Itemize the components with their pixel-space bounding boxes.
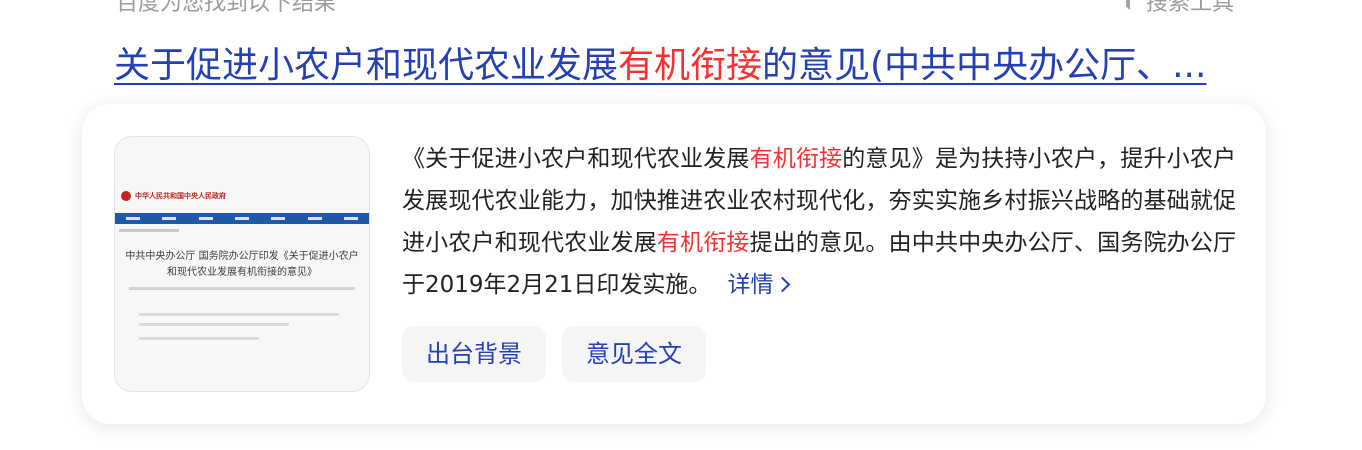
details-label: 详情	[727, 272, 774, 298]
result-thumbnail[interactable]: 中华人民共和国中央人民政府 中共中央办公厅 国务院办公厅印发《关于促进小农户和现…	[114, 136, 370, 392]
thumbnail-nav-bar	[115, 213, 369, 224]
thumbnail-headline: 中共中央办公厅 国务院办公厅印发《关于促进小农户和现代农业发展有机衔接的意见》	[125, 251, 359, 278]
national-emblem-icon	[121, 191, 131, 201]
search-tools-label: 搜索工具	[1145, 0, 1234, 16]
search-results-page: 百度为您找到以下结果 搜索工具 关于促进小农户和现代农业发展有机衔接的意见(中共…	[0, 0, 1362, 450]
description-highlight-1: 有机衔接	[749, 146, 843, 172]
chevron-right-icon	[775, 276, 791, 293]
details-link[interactable]: 详情	[727, 272, 791, 298]
search-tools-button[interactable]: 搜索工具	[1120, 0, 1234, 17]
related-chips: 出台背景 意见全文	[402, 326, 706, 382]
result-title-link[interactable]: 关于促进小农户和现代农业发展有机衔接的意见(中共中央办公厅、...	[114, 42, 1214, 90]
funnel-icon	[1125, 0, 1131, 11]
title-text-part2: 的意见(中共中央办公厅、...	[762, 45, 1207, 86]
thumbnail-meta-line	[129, 287, 355, 290]
thumbnail-site-name: 中华人民共和国中央人民政府	[135, 192, 226, 200]
description-part1: 《关于促进小农户和现代农业发展	[402, 146, 750, 172]
thumbnail-breadcrumb	[119, 229, 179, 232]
results-header: 百度为您找到以下结果 搜索工具	[116, 0, 1234, 16]
result-description: 《关于促进小农户和现代农业发展有机衔接的意见》是为扶持小农户，提升小农户发展现代…	[402, 138, 1236, 306]
thumbnail-text-line	[139, 323, 289, 326]
result-note: 百度为您找到以下结果	[116, 0, 337, 16]
result-card: 中华人民共和国中央人民政府 中共中央办公厅 国务院办公厅印发《关于促进小农户和现…	[82, 104, 1266, 424]
description-highlight-2: 有机衔接	[656, 230, 750, 256]
thumbnail-site-header: 中华人民共和国中央人民政府	[115, 185, 369, 207]
title-highlight: 有机衔接	[618, 45, 763, 86]
thumbnail-text-line	[139, 337, 259, 340]
thumbnail-text-line	[139, 313, 339, 316]
title-text-part1: 关于促进小农户和现代农业发展	[114, 45, 619, 86]
chip-full-text[interactable]: 意见全文	[562, 326, 706, 382]
chip-background[interactable]: 出台背景	[402, 326, 546, 382]
